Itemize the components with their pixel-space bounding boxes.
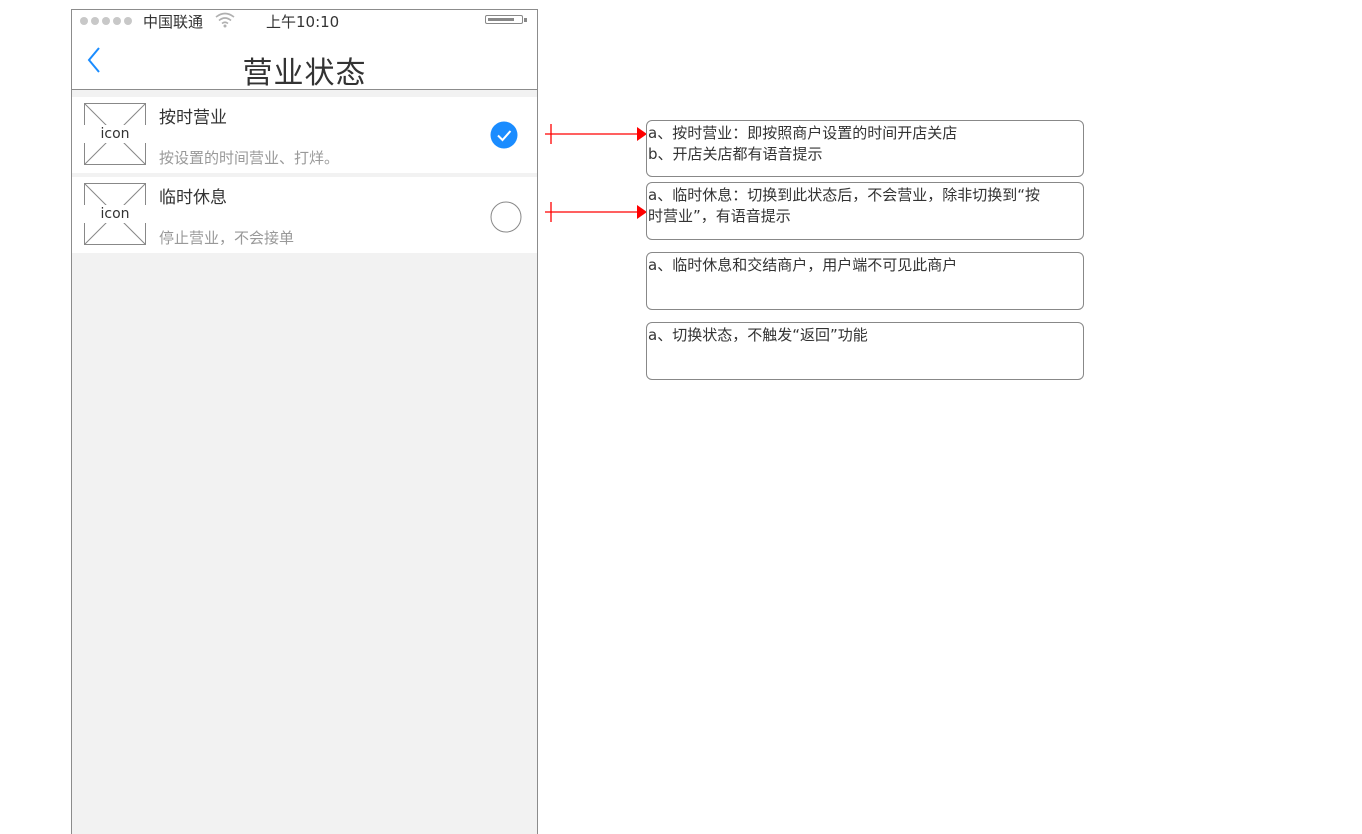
carrier-name: 中国联通 [143, 13, 204, 31]
check-selected-icon[interactable] [490, 121, 518, 153]
annotation-note: a、按时营业：即按照商户设置的时间开店关店 b、开店关店都有语音提示 [646, 120, 1084, 177]
annotation-note: a、临时休息：切换到此状态后，不会营业，除非切换到“按 时营业”，有语音提示 [646, 182, 1084, 240]
annotation-note: a、临时休息和交结商户，用户端不可见此商户 [646, 252, 1084, 310]
annotation-note: a、切换状态，不触发“返回”功能 [646, 322, 1084, 380]
signal-dot [102, 17, 110, 25]
note-line: 时营业”，有语音提示 [648, 207, 791, 225]
option-on-schedule[interactable]: icon 按时营业 按设置的时间营业、打烊。 [72, 97, 537, 173]
signal-dots [80, 17, 132, 25]
signal-dot [124, 17, 132, 25]
status-bar: 中国联通 上午10:10 [72, 10, 537, 32]
phone-frame: 中国联通 上午10:10 营业状态 icon 按时营业 按设置的时间营业、打烊。… [71, 9, 538, 834]
note-line: a、按时营业：即按照商户设置的时间开店关店 [648, 124, 958, 142]
radio-unselected-icon[interactable] [490, 201, 522, 237]
placeholder-label: icon [84, 205, 146, 223]
option-temporary-rest[interactable]: icon 临时休息 停止营业，不会接单 [72, 177, 537, 253]
signal-dot [80, 17, 88, 25]
option-title: 临时休息 [159, 188, 227, 208]
note-line: b、开店关店都有语音提示 [648, 145, 823, 163]
note-line: a、切换状态，不触发“返回”功能 [648, 326, 868, 344]
option-description: 停止营业，不会接单 [159, 229, 295, 247]
image-placeholder: icon [83, 182, 147, 246]
image-placeholder: icon [83, 102, 147, 166]
note-line: a、临时休息和交结商户，用户端不可见此商户 [648, 256, 958, 274]
placeholder-label: icon [84, 125, 146, 143]
page-title: 营业状态 [242, 56, 367, 91]
nav-bar: 营业状态 [72, 32, 537, 91]
status-time: 上午10:10 [266, 13, 340, 31]
battery-nub [524, 18, 527, 22]
annotation-arrow [545, 124, 647, 144]
option-title: 按时营业 [159, 108, 227, 128]
option-description: 按设置的时间营业、打烊。 [159, 149, 340, 167]
battery-level [488, 18, 514, 21]
wifi-icon [215, 12, 235, 32]
battery-icon [485, 15, 527, 24]
note-line: a、临时休息：切换到此状态后，不会营业，除非切换到“按 [648, 186, 1040, 204]
signal-dot [91, 17, 99, 25]
annotation-arrow [545, 202, 647, 222]
signal-dot [113, 17, 121, 25]
